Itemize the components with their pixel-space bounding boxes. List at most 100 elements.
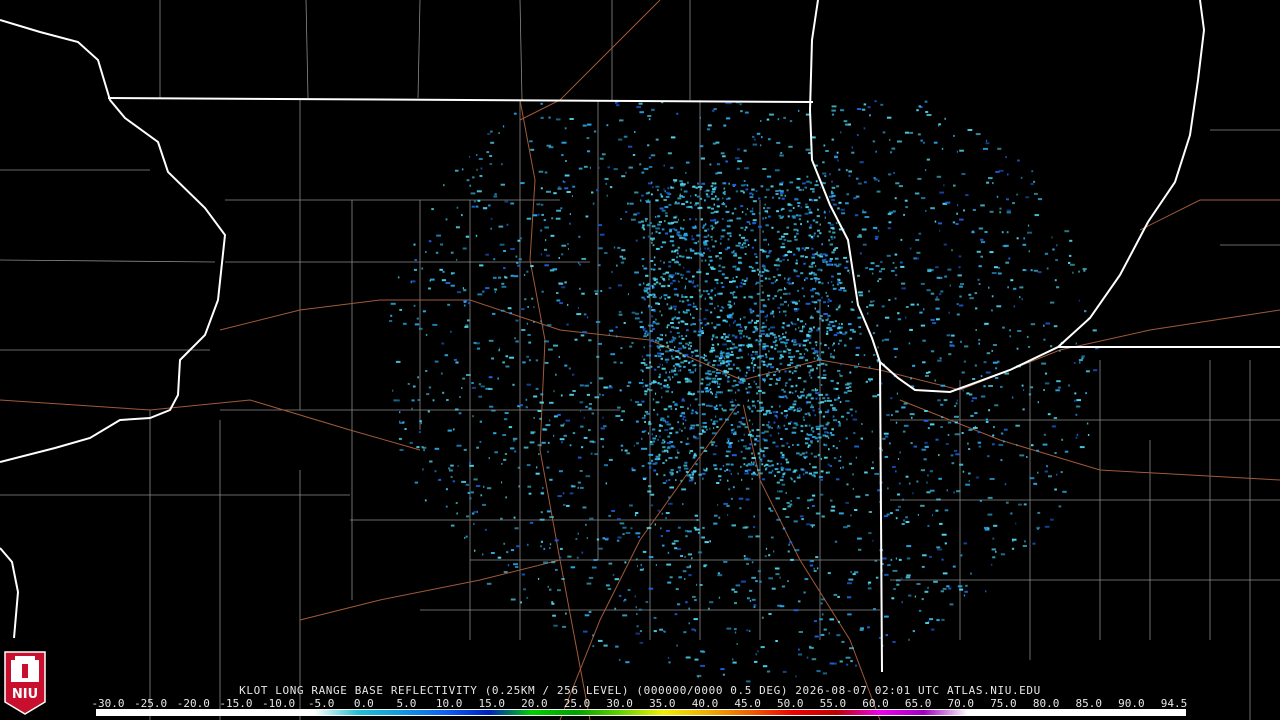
- echo-pixel: [832, 662, 837, 665]
- echo-pixel: [509, 356, 514, 359]
- echo-pixel: [707, 234, 710, 237]
- echo-pixel: [702, 430, 705, 432]
- echo-pixel: [825, 260, 828, 263]
- echo-pixel: [527, 306, 529, 308]
- echo-pixel: [811, 404, 813, 407]
- echo-pixel: [471, 386, 476, 389]
- echo-pixel: [661, 396, 663, 399]
- echo-pixel: [641, 447, 645, 450]
- echo-pixel: [942, 572, 948, 575]
- echo-pixel: [800, 408, 803, 411]
- echo-pixel: [804, 457, 807, 459]
- echo-pixel: [939, 229, 941, 232]
- echo-pixel: [654, 263, 656, 266]
- echo-pixel: [520, 237, 523, 240]
- echo-pixel: [663, 630, 665, 633]
- echo-pixel: [727, 438, 730, 441]
- echo-pixel: [710, 311, 713, 314]
- echo-pixel: [869, 114, 871, 117]
- echo-pixel: [807, 433, 813, 436]
- echo-pixel: [704, 259, 707, 262]
- echo-pixel: [649, 339, 653, 342]
- echo-pixel: [950, 344, 955, 347]
- echo-pixel: [821, 376, 827, 379]
- echo-pixel: [450, 330, 452, 333]
- echo-pixel: [753, 325, 758, 328]
- echo-pixel: [669, 432, 673, 435]
- echo-pixel: [985, 371, 991, 374]
- echo-pixel: [785, 458, 788, 461]
- echo-pixel: [875, 265, 880, 267]
- echo-pixel: [827, 572, 831, 575]
- echo-pixel: [753, 364, 757, 367]
- echo-pixel: [801, 247, 805, 250]
- echo-pixel: [746, 562, 749, 565]
- echo-pixel: [825, 363, 828, 366]
- echo-pixel: [837, 207, 840, 210]
- echo-pixel: [526, 270, 529, 273]
- echo-pixel: [842, 466, 844, 469]
- echo-pixel: [699, 364, 702, 367]
- echo-pixel: [714, 278, 719, 281]
- echo-pixel: [787, 580, 789, 583]
- echo-pixel: [710, 441, 716, 444]
- echo-pixel: [681, 488, 687, 491]
- echo-pixel: [655, 392, 657, 395]
- echo-pixel: [696, 234, 701, 237]
- echo-pixel: [678, 263, 681, 266]
- echo-pixel: [578, 167, 583, 170]
- echo-pixel: [927, 474, 929, 477]
- echo-pixel: [794, 390, 797, 393]
- echo-pixel: [768, 465, 772, 468]
- echo-pixel: [464, 536, 466, 539]
- echo-pixel: [891, 269, 895, 272]
- echo-pixel: [803, 295, 806, 298]
- echo-pixel: [790, 477, 792, 480]
- echo-pixel: [830, 509, 835, 512]
- echo-pixel: [838, 201, 842, 204]
- echo-pixel: [920, 282, 925, 285]
- echo-pixel: [644, 217, 648, 220]
- echo-pixel: [650, 365, 653, 368]
- echo-pixel: [643, 167, 649, 170]
- echo-pixel: [758, 270, 761, 273]
- echo-pixel: [805, 203, 808, 206]
- echo-pixel: [746, 680, 751, 683]
- echo-pixel: [660, 419, 663, 421]
- echo-pixel: [834, 156, 838, 159]
- echo-pixel: [781, 215, 784, 218]
- echo-pixel: [811, 300, 814, 303]
- echo-pixel: [687, 407, 689, 410]
- echo-pixel: [647, 388, 650, 391]
- echo-pixel: [523, 588, 526, 591]
- echo-pixel: [685, 443, 688, 446]
- echo-pixel: [695, 308, 698, 310]
- echo-pixel: [660, 357, 663, 360]
- echo-pixel: [1076, 433, 1079, 436]
- echo-pixel: [704, 541, 709, 544]
- echo-pixel: [900, 238, 903, 241]
- echo-pixel: [836, 634, 841, 637]
- echo-pixel: [709, 249, 711, 252]
- echo-pixel: [689, 428, 692, 431]
- echo-pixel: [670, 221, 674, 224]
- echo-pixel: [670, 235, 675, 238]
- echo-pixel: [781, 242, 785, 245]
- echo-pixel: [741, 279, 744, 282]
- echo-pixel: [768, 251, 771, 254]
- echo-pixel: [1015, 424, 1020, 427]
- echo-pixel: [732, 183, 737, 186]
- echo-pixel: [854, 214, 859, 217]
- echo-pixel: [795, 328, 797, 331]
- echo-pixel: [810, 235, 814, 238]
- echo-pixel: [817, 293, 820, 296]
- echo-pixel: [793, 520, 798, 523]
- echo-pixel: [541, 290, 544, 293]
- echo-pixel: [752, 200, 757, 203]
- echo-pixel: [837, 306, 841, 309]
- echo-pixel: [586, 537, 588, 540]
- echo-pixel: [974, 412, 978, 415]
- echo-pixel: [577, 307, 579, 309]
- echo-pixel: [845, 169, 848, 172]
- echo-pixel: [738, 369, 742, 372]
